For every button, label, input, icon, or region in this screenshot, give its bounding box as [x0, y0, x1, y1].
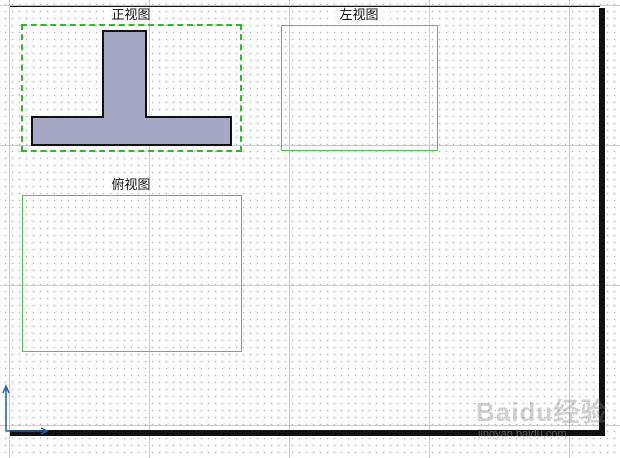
ucs-axis-icon [2, 384, 49, 435]
drawing-canvas[interactable]: 正视图 左视图 俯视图 Baidu经验 jingyan.baidu.com [0, 0, 620, 458]
baidu-watermark: Baidu经验 [476, 397, 608, 427]
watermark-url: jingyan.baidu.com [478, 428, 567, 440]
